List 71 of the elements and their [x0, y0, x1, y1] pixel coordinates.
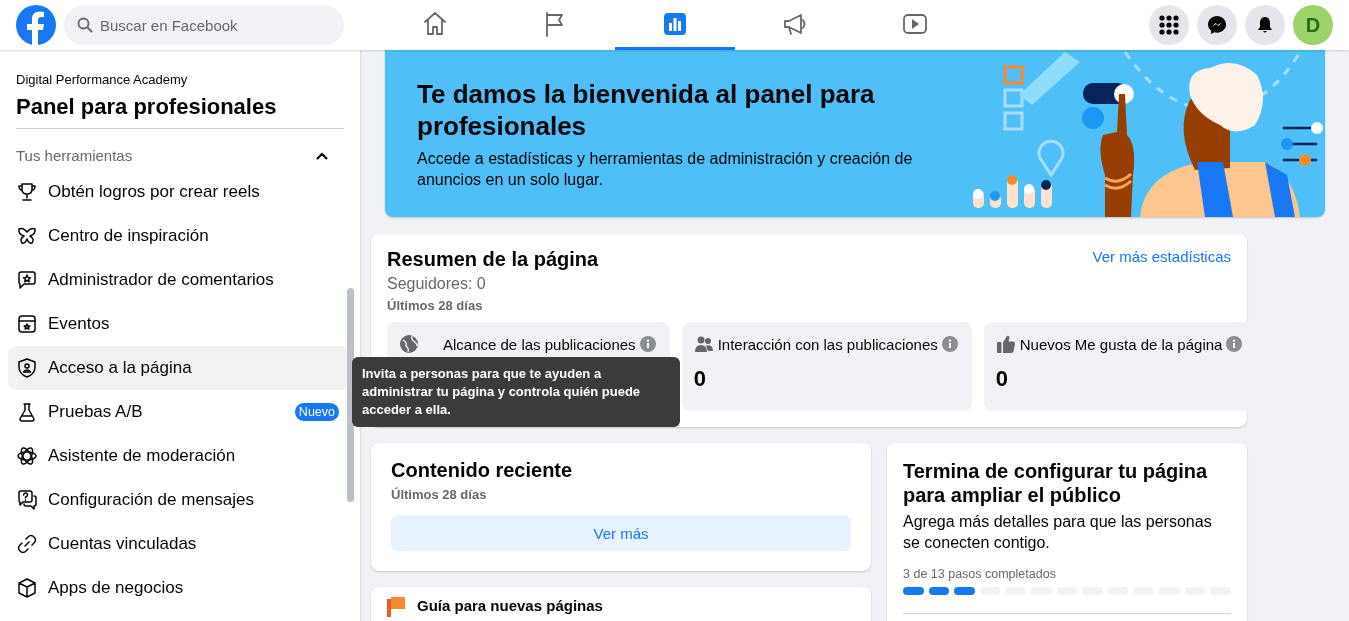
- facebook-logo-icon[interactable]: [16, 5, 56, 45]
- scrollbar-thumb[interactable]: [347, 288, 354, 502]
- sidebar-item[interactable]: Administrador de comentarios: [8, 258, 348, 302]
- card-title: Contenido reciente: [391, 459, 573, 482]
- stat-label: Alcance de las publicaciones: [443, 335, 636, 353]
- item-label: Asistente de moderación: [48, 446, 236, 466]
- setup-description: Agrega más detalles para que las personas se conecten contigo.: [903, 512, 1213, 553]
- notifications-button[interactable]: [1245, 5, 1285, 45]
- sidebar-item[interactable]: Centro de inspiración: [8, 214, 348, 258]
- globe-icon: [399, 334, 419, 354]
- item-label: Administrador de comentarios: [48, 270, 274, 290]
- period-label: Últimos 28 días: [387, 298, 483, 313]
- atom-star-icon: [16, 445, 38, 467]
- info-icon[interactable]: [941, 336, 958, 352]
- link-icon: [16, 533, 38, 555]
- messenger-icon: [1207, 15, 1227, 35]
- chat-question-icon: [16, 489, 38, 511]
- followers-count: Seguidores: 0: [387, 275, 486, 293]
- item-label: Configuración de mensajes: [48, 490, 254, 510]
- home-icon: [421, 9, 449, 38]
- info-icon[interactable]: [639, 336, 656, 352]
- guide-title: Guía para nuevas páginas: [417, 597, 603, 614]
- people-icon: [693, 334, 714, 354]
- butterfly-icon: [16, 225, 38, 247]
- profile-avatar[interactable]: D: [1293, 5, 1333, 45]
- sidebar-item[interactable]: Apps de negocios: [8, 566, 348, 610]
- bell-icon: [1255, 15, 1275, 35]
- sidebar-item[interactable]: Obtén logros por crear reels: [8, 170, 348, 214]
- section-title: Tus herramientas: [16, 147, 133, 164]
- search-field[interactable]: Buscar en Facebook: [64, 5, 344, 45]
- tooltip: Invita a personas para que te ayuden a administrar tu página y controla quién puede acceder a ella.: [352, 357, 680, 427]
- item-label: Apps de negocios: [48, 578, 184, 598]
- progress-label: 3 de 13 pasos completados: [903, 567, 1056, 581]
- item-label: Obtén logros por crear reels: [48, 182, 260, 202]
- sidebar-item[interactable]: Eventos: [8, 302, 348, 346]
- stat-value: 0: [693, 366, 706, 392]
- shield-person-icon: [16, 357, 38, 379]
- trophy-icon: [16, 181, 38, 203]
- thumbs-up-icon: [995, 334, 1016, 354]
- sidebar-item[interactable]: Acceso a la página: [8, 346, 348, 390]
- item-label: Acceso a la página: [48, 358, 192, 378]
- page-name: Digital Performance Academy: [16, 72, 188, 87]
- stat-value: 0: [995, 366, 1008, 392]
- menu-grid-button[interactable]: [1149, 5, 1189, 45]
- messenger-button[interactable]: [1197, 5, 1237, 45]
- flag-icon: [387, 597, 405, 617]
- flask-icon: [16, 401, 38, 423]
- panel-title: Panel para profesionales: [16, 94, 344, 129]
- cube-icon: [16, 577, 38, 599]
- comment-star-icon: [16, 269, 38, 291]
- card-title: Resumen de la página: [387, 248, 599, 271]
- caret-icon[interactable]: [316, 151, 328, 160]
- dot-grid-icon: [1159, 15, 1179, 35]
- sidebar-item[interactable]: Pruebas A/B Nuevo: [8, 390, 348, 434]
- stat-label: Interacción con las publicaciones: [717, 335, 938, 353]
- see-more-button[interactable]: Ver más: [391, 515, 851, 551]
- new-badge: Nuevo: [293, 402, 340, 422]
- stat-label: Nuevos Me gusta de la página: [1019, 335, 1223, 353]
- banner-title: Te damos la bienvenida al panel para profesionales: [417, 77, 876, 142]
- sidebar-item[interactable]: Asistente de moderación: [8, 434, 348, 478]
- more-stats-link[interactable]: Ver más estadísticas: [1092, 248, 1231, 265]
- sidebar-item[interactable]: Cuentas vinculadas: [8, 522, 348, 566]
- item-label: Cuentas vinculadas: [48, 534, 197, 554]
- sidebar-item[interactable]: Configuración de mensajes: [8, 478, 348, 522]
- banner-description: Accede a estadísticas y herramientas de administración y creación de anuncios en un solo lugar.: [417, 148, 914, 190]
- item-label: Eventos: [48, 314, 110, 334]
- item-label: Centro de inspiración: [48, 226, 209, 246]
- item-label: Pruebas A/B: [48, 402, 143, 422]
- card-title: Termina de configurar tu página para ampliar el público: [903, 459, 1209, 507]
- period-label: Últimos 28 días: [391, 487, 487, 502]
- info-icon[interactable]: [1226, 336, 1243, 352]
